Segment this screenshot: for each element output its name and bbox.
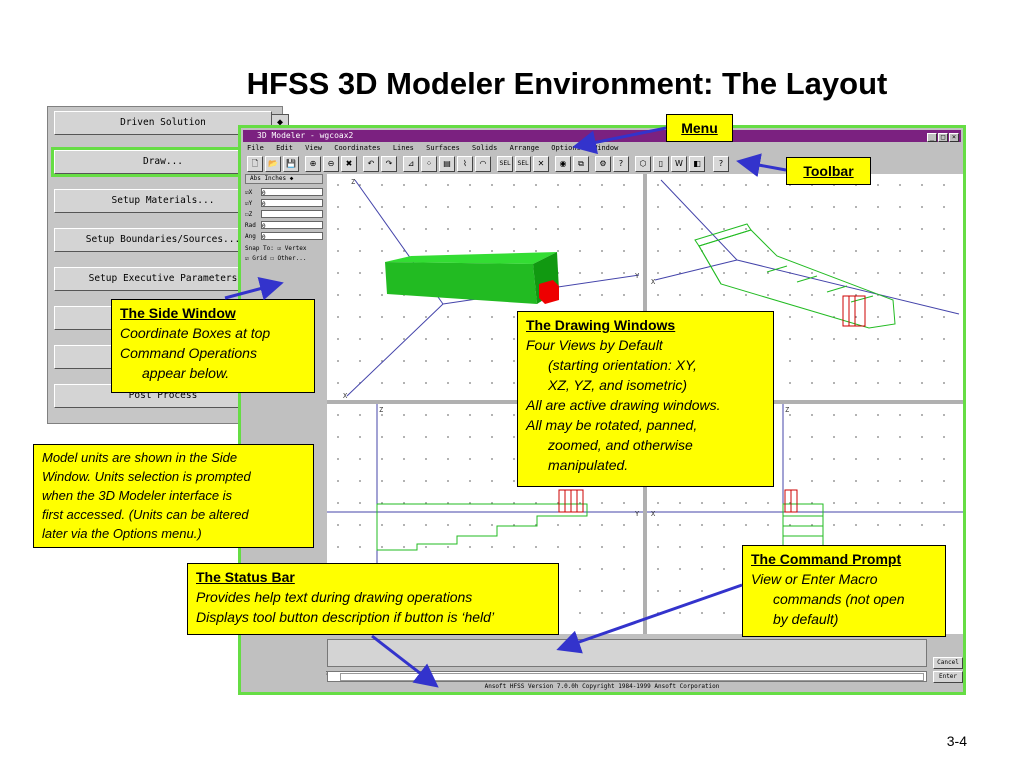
copy-icon[interactable]: ⧉ [573,156,589,172]
menu-lines[interactable]: Lines [393,144,414,152]
draw-line-icon[interactable]: ⊿ [403,156,419,172]
coord-x-row: ☑X 0 [245,188,325,197]
copyright-text: Ansoft HFSS Version 7.0.0h Copyright 198… [484,683,720,690]
status-bar [327,639,927,667]
axis-label: Z [785,406,789,414]
status-bar-callout: The Status Bar Provides help text during… [187,563,559,635]
yz-profile[interactable] [782,503,824,549]
draw-polyline-icon[interactable]: ⌇ [457,156,473,172]
save-icon[interactable]: 💾 [283,156,299,172]
redo-icon[interactable]: ↷ [381,156,397,172]
minimize-icon[interactable]: _ [927,133,937,142]
axis-label: Y [635,272,640,280]
coord-z-row: ☐Z [245,210,325,219]
modeler-titlebar[interactable]: 3D Modeler - wgcoax2 _ □ × [243,130,961,142]
zoom-fit-icon[interactable]: ✖ [341,156,357,172]
menu-view[interactable]: View [305,144,322,152]
select2-icon[interactable]: SEL [515,156,531,172]
select-icon[interactable]: SEL [497,156,513,172]
menu-edit[interactable]: Edit [276,144,293,152]
enter-button[interactable]: Enter [933,671,963,683]
command-input[interactable] [340,673,924,681]
menu-callout: Menu [666,114,733,142]
axis-label: Z [379,406,383,414]
coord-x-input[interactable]: 0 [261,188,323,197]
box-icon[interactable]: ⬡ [635,156,651,172]
open-icon[interactable]: 📂 [265,156,281,172]
menu-window[interactable]: Window [593,144,618,152]
help-icon[interactable]: ? [713,156,729,172]
snap-other-checkbox[interactable]: ☐ Other... [270,255,306,262]
units-selector[interactable]: Abs Inches ◆ [245,174,323,184]
red-port-model[interactable] [539,280,559,304]
menu-bar: File Edit View Coordinates Lines Surface… [243,143,961,154]
snap-row: Snap To: ☑ Vertex [245,245,307,252]
close-icon[interactable]: × [949,133,959,142]
drawing-windows-callout: The Drawing Windows Four Views by Defaul… [517,311,774,487]
draw-arc-icon[interactable]: ◠ [475,156,491,172]
deselect-icon[interactable]: ✕ [533,156,549,172]
command-prompt [327,671,927,682]
axis-label: X [651,278,656,286]
snap-grid-checkbox[interactable]: ☑ Grid [245,255,267,262]
cylinder-icon[interactable]: ▯ [653,156,669,172]
slide-title: HFSS 3D Modeler Environment: The Layout [246,66,888,101]
xz-profile[interactable] [376,503,588,551]
green-solid-model[interactable] [385,252,559,304]
menu-coordinates[interactable]: Coordinates [334,144,380,152]
cancel-button[interactable]: Cancel [933,657,963,669]
maximize-icon[interactable]: □ [938,133,948,142]
axis-label: X [651,510,656,518]
command-prompt-callout: The Command Prompt View or Enter Macro c… [742,545,946,637]
draw-rect-icon[interactable]: ▤ [439,156,455,172]
yz-port[interactable] [784,489,798,513]
page-number: 3-4 [946,733,967,749]
help-query-icon[interactable]: ? [613,156,629,172]
measure-icon[interactable]: ⚙ [595,156,611,172]
zoom-out-icon[interactable]: ⊖ [323,156,339,172]
xz-port[interactable] [558,489,584,513]
coord-rad-row: Rad 0 [245,221,325,230]
draw-point-icon[interactable]: ⁘ [421,156,437,172]
menu-surfaces[interactable]: Surfaces [426,144,460,152]
menu-file[interactable]: File [247,144,264,152]
side-window-callout: The Side Window Coordinate Boxes at top … [111,299,315,393]
coord-ang-row: Ang 0 [245,232,325,241]
coord-ang-input[interactable]: 0 [261,232,323,241]
new-icon[interactable]: 🗋 [247,156,263,172]
axis-label: Z [351,178,355,186]
coord-y-row: ☑Y 0 [245,199,325,208]
coord-y-input[interactable]: 0 [261,199,323,208]
coord-z-input[interactable] [261,210,323,218]
color-cube-icon[interactable]: ◧ [689,156,705,172]
snap-vertex-checkbox[interactable]: ☑ Vertex [278,245,307,252]
view-icon[interactable]: ◉ [555,156,571,172]
coord-rad-input[interactable]: 0 [261,221,323,230]
toolbar-callout: Toolbar [786,157,871,185]
menu-options[interactable]: Options [551,144,581,152]
model-units-callout: Model units are shown in the Side Window… [33,444,314,548]
zoom-in-icon[interactable]: ⊕ [305,156,321,172]
menu-solids[interactable]: Solids [472,144,497,152]
snap-row-2: ☑ Grid ☐ Other... [245,254,306,263]
axis-label: Y [635,510,640,518]
undo-icon[interactable]: ↶ [363,156,379,172]
menu-arrange[interactable]: Arrange [510,144,540,152]
wave-icon[interactable]: W [671,156,687,172]
